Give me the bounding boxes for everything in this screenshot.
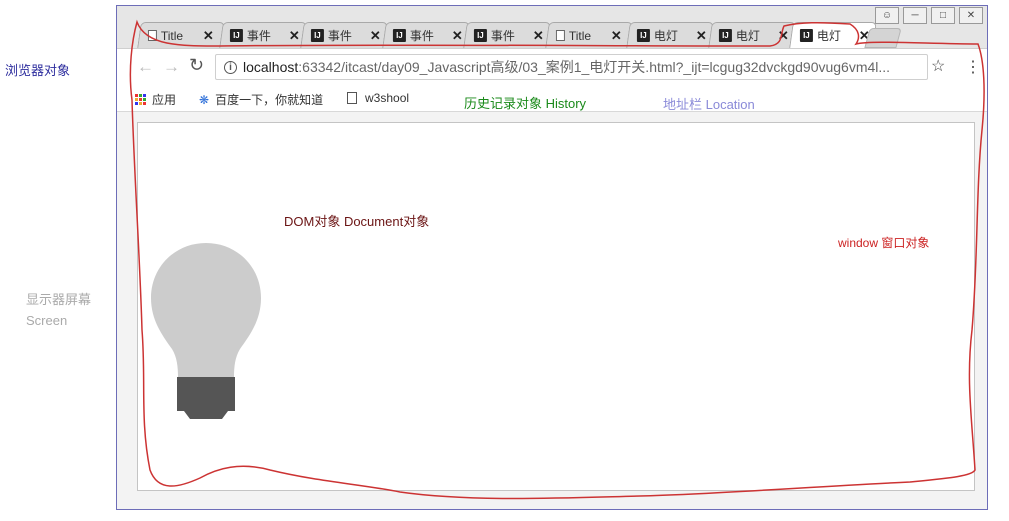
page-icon	[147, 30, 157, 41]
tab-5[interactable]: IJ 事件 ✕	[463, 22, 551, 48]
tab-title: Title	[568, 28, 591, 43]
tab-1[interactable]: Title ✕	[137, 22, 225, 48]
screen-label-en: Screen	[26, 313, 68, 328]
bookmark-w3shool-label: w3shool	[365, 91, 410, 105]
intellij-icon: IJ	[799, 29, 813, 42]
tab-close-icon[interactable]: ✕	[610, 28, 621, 44]
window-controls: ☺ ─ □ ✕	[875, 7, 983, 24]
tab-title: 事件	[409, 29, 434, 43]
tab-close-icon[interactable]: ✕	[777, 28, 788, 44]
tab-close-icon[interactable]: ✕	[288, 28, 299, 44]
apps-grid-icon	[135, 94, 146, 105]
window-annotation: window 窗口对象	[838, 236, 930, 250]
intellij-icon: IJ	[229, 29, 243, 42]
browser-window: Title ✕ IJ 事件 ✕ IJ 事件 ✕ IJ 事件 ✕ IJ 事件 ✕ Title ✕ IJ 电灯 ✕ IJ 电…	[116, 5, 988, 510]
page-icon	[347, 92, 357, 104]
tab-title: 事件	[327, 29, 352, 43]
forward-button[interactable]: →	[163, 57, 180, 77]
tab-title: 事件	[490, 29, 515, 43]
intellij-icon: IJ	[392, 29, 406, 42]
tab-close-icon[interactable]: ✕	[451, 28, 462, 44]
tab-4[interactable]: IJ 事件 ✕	[381, 22, 470, 48]
bookmark-baidu[interactable]: ❋ 百度一下，你就知道	[199, 91, 323, 108]
history-annotation: 历史记录对象 History	[464, 96, 587, 111]
back-button[interactable]: ←	[137, 57, 154, 77]
tab-close-icon[interactable]: ✕	[370, 28, 381, 44]
screen-object-label: 显示器屏幕 Screen	[26, 289, 91, 331]
browser-object-label: 浏览器对象	[5, 63, 71, 78]
menu-icon[interactable]: ⋮	[965, 57, 981, 77]
tab-title: 电灯	[816, 29, 841, 43]
address-bar[interactable]: i localhost:63342/itcast/day09_Javascrip…	[215, 54, 928, 80]
tab-title: 电灯	[653, 29, 678, 43]
url-path: :63342/itcast/day09_Javascript高级/03_案例1_…	[298, 59, 891, 75]
tab-3[interactable]: IJ 事件 ✕	[300, 22, 388, 48]
tab-close-icon[interactable]: ✕	[533, 28, 544, 44]
tab-strip: Title ✕ IJ 事件 ✕ IJ 事件 ✕ IJ 事件 ✕ IJ 事件 ✕ Title ✕ IJ 电灯 ✕ IJ 电…	[117, 6, 987, 48]
url-host: localhost	[243, 59, 299, 75]
info-icon[interactable]: i	[224, 60, 237, 74]
screen-label-cn: 显示器屏幕	[26, 292, 92, 307]
minimize-button[interactable]: ─	[903, 7, 927, 24]
tab-title: 事件	[246, 29, 271, 43]
bookmark-apps[interactable]: 应用	[135, 91, 176, 108]
intellij-icon: IJ	[310, 29, 324, 42]
close-window-button[interactable]: ✕	[959, 7, 983, 24]
light-bulb-image[interactable]	[150, 241, 262, 423]
tab-8[interactable]: IJ 电灯 ✕	[707, 22, 796, 48]
page-icon	[555, 30, 565, 41]
bookmark-w3shool[interactable]: w3shool	[347, 91, 409, 105]
intellij-icon: IJ	[473, 29, 487, 42]
bookmark-apps-label: 应用	[152, 93, 177, 107]
tab-6[interactable]: Title ✕	[544, 22, 633, 48]
document-annotation: DOM对象 Document对象	[284, 214, 430, 229]
intellij-icon: IJ	[718, 29, 732, 42]
tab-close-icon[interactable]: ✕	[696, 28, 707, 44]
baidu-paw-icon: ❋	[199, 92, 210, 107]
tab-2[interactable]: IJ 事件 ✕	[218, 22, 307, 48]
tab-7[interactable]: IJ 电灯 ✕	[626, 22, 714, 48]
page-viewport	[137, 122, 975, 491]
tab-9[interactable]: IJ 电灯 ✕	[789, 22, 877, 48]
maximize-button[interactable]: □	[931, 7, 955, 24]
intellij-icon: IJ	[636, 29, 650, 42]
bookmark-star-icon[interactable]: ☆	[931, 56, 945, 76]
tab-title: 电灯	[735, 29, 760, 43]
bookmark-baidu-label: 百度一下，你就知道	[215, 93, 324, 107]
toolbar: ← → ↻ i localhost:63342/itcast/day09_Jav…	[117, 48, 987, 86]
new-tab-button[interactable]	[864, 28, 902, 48]
reload-button[interactable]: ↻	[189, 55, 204, 76]
tab-title: Title	[160, 28, 184, 43]
user-icon[interactable]: ☺	[875, 7, 899, 24]
location-annotation: 地址栏 Location	[663, 97, 755, 112]
tab-close-icon[interactable]: ✕	[203, 28, 214, 44]
